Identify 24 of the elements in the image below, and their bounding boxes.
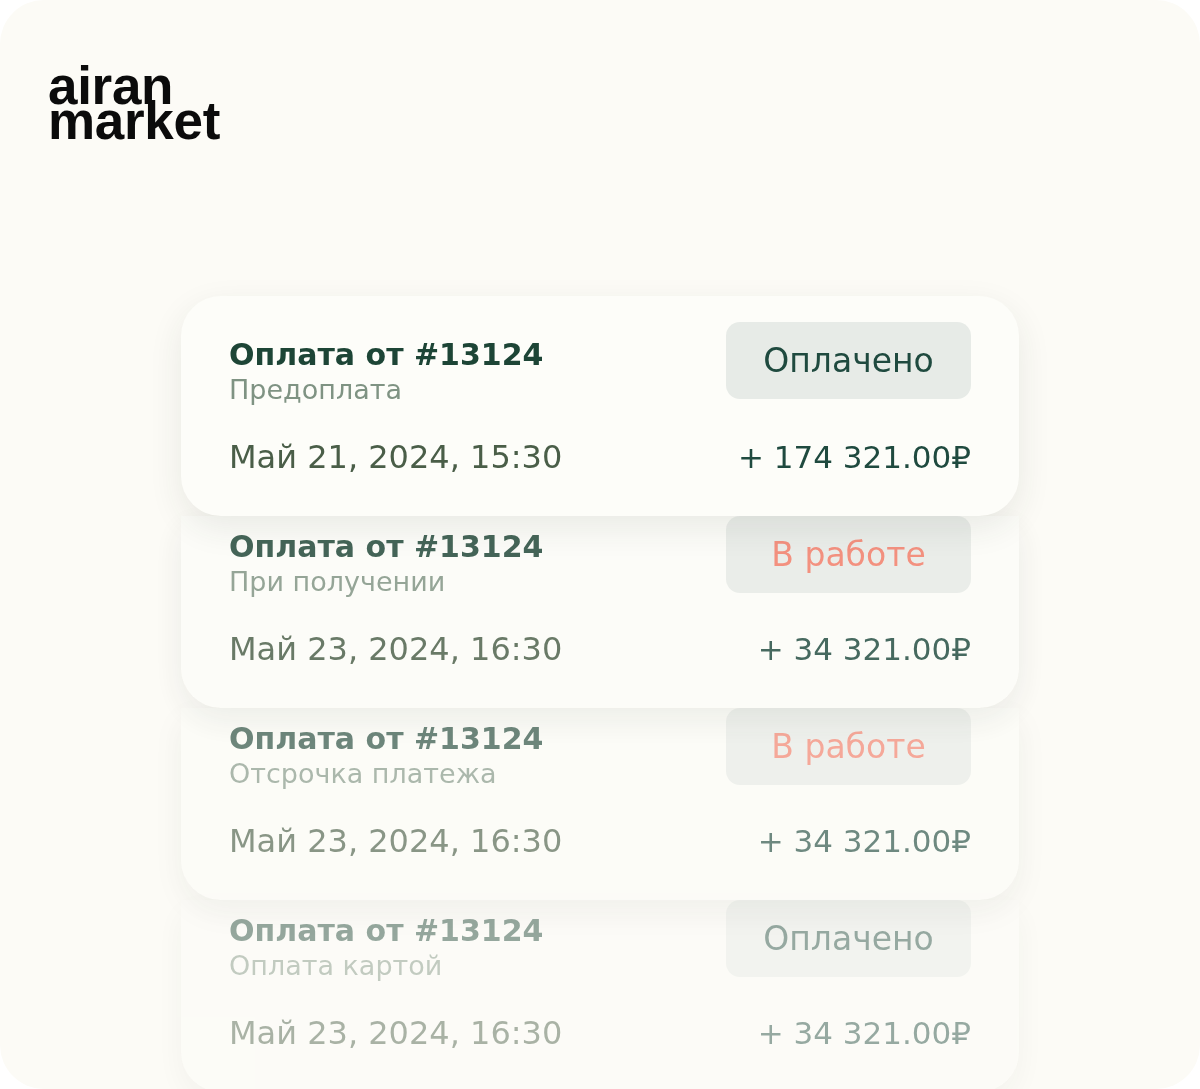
status-badge: Оплачено [726,322,971,399]
status-badge: В работе [726,516,971,593]
status-badge: Оплачено [726,900,971,977]
payment-card[interactable]: Оплата от #13124 Отсрочка платежа В работе Май 23, 2024, 16:30 + 34 321.00₽ [181,708,1019,900]
payment-amount: + 34 321.00₽ [757,1014,971,1053]
payment-title: Оплата от #13124 [229,913,544,949]
payment-card[interactable]: Оплата от #13124 Предоплата Оплачено Май 21, 2024, 15:30 + 174 321.00₽ [181,296,1019,516]
payment-amount: + 174 321.00₽ [737,438,971,477]
payment-title: Оплата от #13124 [229,529,544,565]
payment-card[interactable]: Оплата от #13124 При получении В работе Май 23, 2024, 16:30 + 34 321.00₽ [181,516,1019,708]
payment-method: Предоплата [229,373,402,407]
payment-date: Май 23, 2024, 16:30 [229,629,563,670]
payment-date: Май 23, 2024, 16:30 [229,1013,563,1054]
payment-title: Оплата от #13124 [229,721,544,757]
payment-amount: + 34 321.00₽ [757,822,971,861]
payment-method: Оплата картой [229,949,443,983]
payment-amount: + 34 321.00₽ [757,630,971,669]
payment-title: Оплата от #13124 [229,337,544,373]
brand-logo: airan market [48,62,222,142]
payment-date: Май 21, 2024, 15:30 [229,437,563,478]
payment-method: Отсрочка платежа [229,757,497,791]
status-badge: В работе [726,708,971,785]
payment-date: Май 23, 2024, 16:30 [229,821,563,862]
payment-method: При получении [229,565,446,599]
